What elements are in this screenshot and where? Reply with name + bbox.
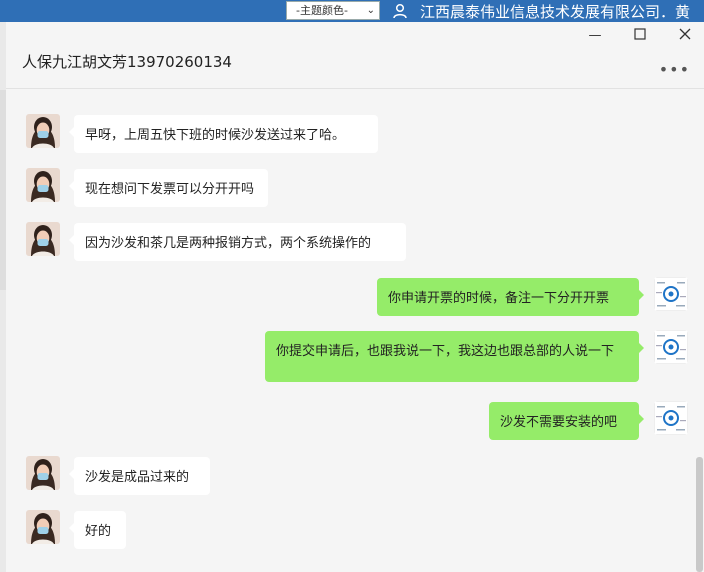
scrollbar[interactable] [696, 457, 703, 572]
message-text: 好的 [85, 524, 112, 539]
avatar[interactable] [654, 277, 688, 311]
message-bubble[interactable]: 沙发是成品过来的 [69, 457, 210, 495]
message-text: 因为沙发和茶几是两种报销方式，两个系统操作的 [85, 236, 372, 251]
user-icon[interactable] [392, 3, 408, 19]
message-bubble[interactable]: 早呀，上周五快下班的时候沙发送过来了哈。 [69, 115, 378, 153]
message-bubble[interactable]: 你申请开票的时候，备注一下分开开票 [377, 278, 644, 316]
message-bubble[interactable]: 沙发不需要安装的吧 [489, 402, 644, 440]
more-icon[interactable]: ••• [659, 60, 690, 79]
message-text: 你提交申请后，也跟我说一下，我这边也跟总部的人说一下 [276, 344, 615, 359]
chat-window: 人保九江胡文芳13970260134 — ••• 早呀，上周五快下班的时候沙发送… [6, 22, 704, 572]
user-area: 江西晨泰伟业信息技术发展有限公司．黄 [384, 0, 690, 22]
theme-select-label: -主题颜色- [296, 4, 348, 17]
message-bubble[interactable]: 因为沙发和茶几是两种报销方式，两个系统操作的 [69, 223, 406, 261]
chevron-down-icon: ⌄ [366, 5, 375, 16]
minimize-icon[interactable]: — [586, 28, 604, 44]
avatar[interactable] [26, 114, 60, 148]
maximize-icon[interactable] [631, 28, 649, 44]
message-bubble[interactable]: 现在想问下发票可以分开开吗 [69, 169, 268, 207]
avatar[interactable] [26, 222, 60, 256]
top-bar: -主题颜色- ⌄ 江西晨泰伟业信息技术发展有限公司．黄 [0, 0, 704, 22]
avatar[interactable] [26, 510, 60, 544]
message-text: 你申请开票的时候，备注一下分开开票 [388, 291, 610, 306]
avatar[interactable] [654, 401, 688, 435]
chat-header: 人保九江胡文芳13970260134 — ••• [6, 22, 704, 89]
avatar[interactable] [654, 330, 688, 364]
message-bubble[interactable]: 好的 [69, 511, 126, 549]
message-text: 早呀，上周五快下班的时候沙发送过来了哈。 [85, 128, 346, 143]
message-text: 现在想问下发票可以分开开吗 [85, 182, 255, 197]
avatar[interactable] [26, 456, 60, 490]
theme-color-select[interactable]: -主题颜色- ⌄ [286, 1, 380, 20]
chat-title: 人保九江胡文芳13970260134 [22, 53, 232, 71]
company-name: 江西晨泰伟业信息技术发展有限公司．黄 [420, 2, 691, 21]
message-bubble[interactable]: 你提交申请后，也跟我说一下，我这边也跟总部的人说一下 [265, 331, 644, 382]
avatar[interactable] [26, 168, 60, 202]
message-text: 沙发不需要安装的吧 [500, 415, 618, 430]
close-icon[interactable] [676, 28, 694, 44]
message-text: 沙发是成品过来的 [85, 470, 190, 485]
